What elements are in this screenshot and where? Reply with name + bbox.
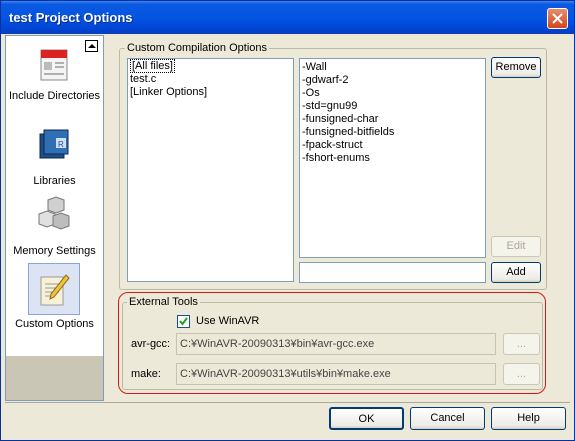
svg-text:R: R	[58, 140, 64, 149]
list-item[interactable]: -funsigned-char	[300, 113, 485, 126]
list-item[interactable]: [All files]	[130, 59, 175, 73]
ok-button[interactable]: OK	[329, 407, 404, 430]
avr-gcc-path-field[interactable]: C:¥WinAVR-20090313¥bin¥avr-gcc.exe	[176, 333, 496, 355]
window-title: test Project Options	[9, 10, 133, 25]
list-item[interactable]: [Linker Options]	[128, 86, 293, 99]
avr-gcc-path: C:¥WinAVR-20090313¥bin¥avr-gcc.exe	[180, 338, 375, 350]
files-list[interactable]: [All files] test.c [Linker Options]	[127, 58, 294, 282]
sidebar-item-label: Libraries	[33, 175, 76, 187]
remove-button[interactable]: Remove	[491, 57, 541, 78]
custom-compilation-group-label: Custom Compilation Options	[125, 42, 270, 54]
include-directories-icon	[40, 49, 68, 81]
list-item[interactable]: test.c	[128, 73, 293, 86]
make-path-field[interactable]: C:¥WinAVR-20090313¥utils¥bin¥make.exe	[176, 363, 496, 385]
external-tools-group-label: External Tools	[127, 296, 200, 308]
list-item[interactable]: -fpack-struct	[300, 139, 485, 152]
libraries-icon: R	[39, 129, 69, 159]
project-options-dialog: test Project Options Include Directories	[0, 0, 575, 441]
sidebar-item-custom-options[interactable]: Custom Options	[6, 262, 103, 334]
footer-separator	[5, 402, 570, 403]
add-button[interactable]: Add	[491, 262, 541, 283]
sidebar-item-label: Custom Options	[15, 318, 94, 330]
list-item[interactable]: -gdwarf-2	[300, 74, 485, 87]
sidebar-item-label: Include Directories	[8, 90, 101, 102]
list-item[interactable]: -std=gnu99	[300, 100, 485, 113]
options-sidebar: Include Directories R Libraries Memory S…	[5, 35, 104, 401]
list-item[interactable]: -Wall	[300, 61, 485, 74]
edit-button[interactable]: Edit	[491, 236, 541, 257]
list-item[interactable]: -funsigned-bitfields	[300, 126, 485, 139]
sidebar-item-label: Memory Settings	[13, 245, 96, 257]
use-winavr-label[interactable]: Use WinAVR	[196, 315, 259, 327]
browse-avr-gcc-button[interactable]: ...	[503, 333, 540, 355]
close-icon	[552, 13, 563, 24]
help-button[interactable]: Help	[491, 407, 566, 430]
make-label: make:	[131, 368, 161, 380]
memory-settings-icon	[38, 196, 70, 230]
custom-options-icon	[40, 274, 70, 306]
sidebar-footer	[6, 356, 103, 400]
sidebar-item-memory-settings[interactable]: Memory Settings	[6, 194, 103, 260]
new-option-input[interactable]	[299, 262, 486, 283]
options-list[interactable]: -Wall -gdwarf-2 -Os -std=gnu99 -funsigne…	[299, 58, 486, 258]
use-winavr-checkbox[interactable]	[177, 315, 190, 328]
list-item[interactable]: -Os	[300, 87, 485, 100]
sidebar-item-libraries[interactable]: R Libraries	[6, 124, 103, 188]
make-path: C:¥WinAVR-20090313¥utils¥bin¥make.exe	[180, 368, 391, 380]
cancel-button[interactable]: Cancel	[410, 407, 485, 430]
checkmark-icon	[179, 317, 188, 326]
avr-gcc-label: avr-gcc:	[131, 338, 171, 350]
browse-make-button[interactable]: ...	[503, 363, 540, 385]
list-item[interactable]: -fshort-enums	[300, 152, 485, 165]
sidebar-item-include-directories[interactable]: Include Directories	[6, 44, 103, 120]
close-button[interactable]	[547, 8, 568, 29]
title-bar[interactable]: test Project Options	[1, 1, 574, 34]
